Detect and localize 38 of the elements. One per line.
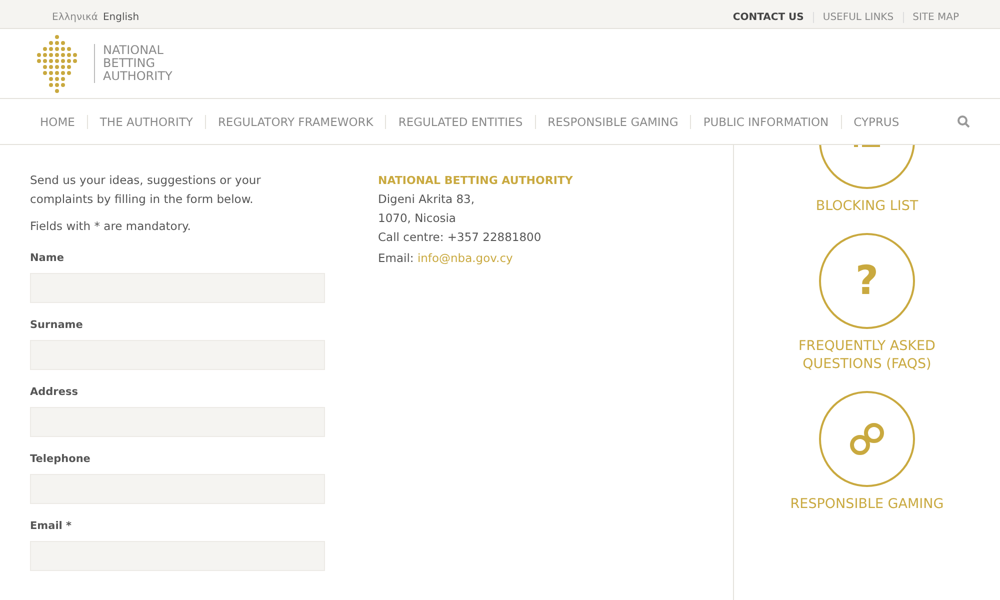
sidebar-link[interactable]: FREQUENTLY ASKED QUESTIONS (FAQS) <box>782 337 952 373</box>
contact-line: Digeni Akrita 83, <box>378 191 476 208</box>
email-label: Email: <box>378 251 415 265</box>
mandatory-note: Fields with * are mandatory. <box>30 218 192 235</box>
language-link[interactable]: Ελληνικά <box>52 12 98 22</box>
top-link[interactable]: CONTACT US <box>724 12 813 22</box>
nav-link[interactable]: PUBLIC INFORMATION <box>690 114 841 128</box>
field-label: Surname <box>30 319 84 331</box>
circle-button[interactable] <box>819 391 915 487</box>
input-field[interactable] <box>30 340 325 370</box>
field-label: Name <box>30 252 65 264</box>
nav-link[interactable]: REGULATORY FRAMEWORK <box>204 114 386 128</box>
input-field[interactable] <box>30 474 325 504</box>
search-icon[interactable] <box>957 115 970 128</box>
nav-link[interactable]: CYPRUS <box>840 114 912 128</box>
top-link[interactable]: USEFUL LINKS <box>812 12 903 22</box>
email-link[interactable]: info@nba.gov.cy <box>417 251 513 265</box>
circle-button[interactable]: ? <box>819 233 915 329</box>
logo-text[interactable]: NATIONAL BETTING AUTHORITY <box>94 44 172 83</box>
nav-link[interactable]: REGULATED ENTITIES <box>385 114 535 128</box>
nav-link[interactable]: HOME <box>28 114 87 128</box>
contact-title: NATIONAL BETTING AUTHORITY <box>378 173 574 189</box>
sidebar-link[interactable]: BLOCKING LIST <box>782 197 952 215</box>
contact-line: 1070, Nicosia <box>378 210 457 227</box>
nav-link[interactable]: THE AUTHORITY <box>86 114 205 128</box>
language-link[interactable]: English <box>102 12 140 22</box>
field-label: Address <box>30 386 79 398</box>
input-field[interactable] <box>30 407 325 437</box>
intro-text: Send us your ideas, suggestions or your complaints by filling in the form below. <box>30 172 262 208</box>
sidebar-link[interactable]: RESPONSIBLE GAMING <box>782 495 952 513</box>
nav-link[interactable]: RESPONSIBLE GAMING <box>534 114 690 128</box>
contact-line: Call centre: +357 22881800 <box>378 229 542 246</box>
field-label: Email * <box>30 520 73 532</box>
top-link[interactable]: SITE MAP <box>902 12 968 22</box>
input-field[interactable] <box>30 273 325 303</box>
question-mark-icon: ? <box>855 258 879 304</box>
field-label: Telephone <box>30 453 92 465</box>
input-field[interactable] <box>30 541 325 571</box>
